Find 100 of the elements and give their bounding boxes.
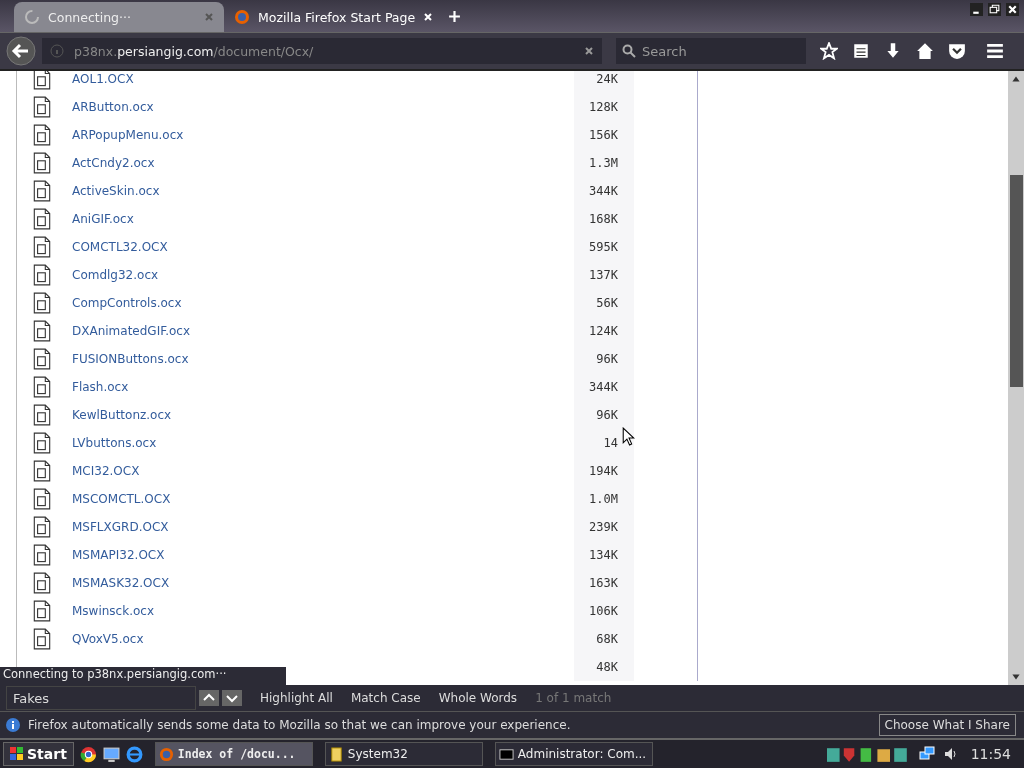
desktop-icon[interactable]: [102, 745, 120, 763]
match-count: 1 of 1 match: [535, 691, 612, 705]
browser-tab[interactable]: Mozilla Firefox Start Page: [224, 2, 434, 32]
file-link[interactable]: MSMAPI32.OCX: [72, 548, 574, 562]
find-option[interactable]: Match Case: [350, 691, 421, 705]
folder-icon: [328, 746, 344, 762]
file-size: 106K: [574, 597, 634, 625]
windows-logo-icon: [10, 747, 24, 761]
file-icon: [33, 376, 51, 398]
status-tooltip: Connecting to p38nx.persiangig.com···: [0, 667, 286, 685]
file-link[interactable]: AniGIF.ocx: [72, 212, 574, 226]
file-icon: [33, 96, 51, 118]
file-icon: [33, 628, 51, 650]
minimize-icon[interactable]: [969, 3, 984, 16]
file-size: 68K: [574, 625, 634, 653]
file-link[interactable]: DXAnimatedGIF.ocx: [72, 324, 574, 338]
file-size: 163K: [574, 569, 634, 597]
file-icon: [33, 208, 51, 230]
file-icon: [33, 152, 51, 174]
info-icon: [50, 44, 64, 58]
file-link[interactable]: MCI32.OCX: [72, 464, 574, 478]
file-icon: [33, 180, 51, 202]
clock: 11:54: [970, 746, 1011, 762]
list-icon[interactable]: [852, 42, 870, 60]
new-tab-icon[interactable]: [448, 10, 461, 23]
file-link[interactable]: ActiveSkin.ocx: [72, 184, 574, 198]
next-icon[interactable]: [222, 690, 242, 706]
file-size: 56K: [574, 289, 634, 317]
file-icon: [33, 460, 51, 482]
file-size: 1.0M: [574, 485, 634, 513]
file-icon: [33, 432, 51, 454]
find-option[interactable]: Whole Words: [438, 691, 518, 705]
restore-icon[interactable]: [987, 3, 1002, 16]
previous-icon[interactable]: [199, 690, 219, 706]
pocket-icon[interactable]: [948, 42, 966, 60]
home-icon[interactable]: [916, 42, 934, 60]
file-link[interactable]: ARButton.ocx: [72, 100, 574, 114]
file-size: 168K: [574, 205, 634, 233]
file-size: 239K: [574, 513, 634, 541]
find-option[interactable]: Highlight All: [260, 691, 333, 705]
browser-icon[interactable]: [125, 745, 143, 763]
taskbar-button[interactable]: System32: [324, 742, 483, 766]
file-size: 595K: [574, 233, 634, 261]
file-link[interactable]: CompControls.ocx: [72, 296, 574, 310]
file-size: 24K: [574, 71, 634, 93]
file-size: 344K: [574, 373, 634, 401]
file-link[interactable]: QVoxV5.ocx: [72, 632, 574, 646]
file-size: 137K: [574, 261, 634, 289]
file-icon: [33, 404, 51, 426]
search-field[interactable]: Search: [616, 38, 806, 64]
file-link[interactable]: AOL1.OCX: [72, 72, 574, 86]
file-size: 124K: [574, 317, 634, 345]
volume-icon[interactable]: [942, 746, 959, 762]
file-size: 14: [574, 429, 634, 457]
find-field[interactable]: Fakes: [6, 686, 196, 710]
file-size: 96K: [574, 401, 634, 429]
file-link[interactable]: ARPopupMenu.ocx: [72, 128, 574, 142]
file-size: 194K: [574, 457, 634, 485]
file-icon: [33, 572, 51, 594]
file-size: 96K: [574, 345, 634, 373]
file-link[interactable]: KewlButtonz.ocx: [72, 408, 574, 422]
taskbar-button[interactable]: Index of /docu...: [154, 742, 313, 766]
choose-button[interactable]: Choose What I Share: [878, 714, 1016, 736]
file-icon: [33, 124, 51, 146]
file-icon: [33, 292, 51, 314]
star-icon[interactable]: [820, 42, 838, 60]
chrome-icon[interactable]: [79, 745, 97, 763]
file-link[interactable]: LVbuttons.ocx: [72, 436, 574, 450]
file-link[interactable]: Flash.ocx: [72, 380, 574, 394]
file-link[interactable]: Comdlg32.ocx: [72, 268, 574, 282]
file-icon: [33, 348, 51, 370]
file-size: 48K: [574, 653, 634, 681]
address-field[interactable]: p38nx.persiangig.com/document/Ocx/: [42, 38, 602, 64]
file-icon: [33, 516, 51, 538]
file-icon: [33, 544, 51, 566]
file-link[interactable]: MSMASK32.OCX: [72, 576, 574, 590]
console-icon: [498, 746, 514, 762]
close-icon[interactable]: [1005, 3, 1020, 16]
file-size: 134K: [574, 541, 634, 569]
firefox-icon: [158, 746, 174, 762]
file-link[interactable]: COMCTL32.OCX: [72, 240, 574, 254]
file-link[interactable]: Mswinsck.ocx: [72, 604, 574, 618]
taskbar-button[interactable]: Administrator: Com...: [494, 742, 653, 766]
file-size: 156K: [574, 121, 634, 149]
search-icon: [622, 44, 636, 58]
network-icon[interactable]: [918, 746, 935, 762]
file-icon: [33, 236, 51, 258]
file-icon: [33, 320, 51, 342]
file-icon: [33, 264, 51, 286]
file-icon: [33, 600, 51, 622]
file-size: 1.3M: [574, 149, 634, 177]
back-icon[interactable]: [6, 36, 36, 66]
scrollbar[interactable]: [1008, 71, 1024, 685]
file-link[interactable]: MSCOMCTL.OCX: [72, 492, 574, 506]
start-button[interactable]: Start: [3, 742, 74, 766]
file-link[interactable]: ActCndy2.ocx: [72, 156, 574, 170]
menu-icon[interactable]: [986, 42, 1004, 60]
file-link[interactable]: FUSIONButtons.ocx: [72, 352, 574, 366]
clear-icon[interactable]: [584, 46, 594, 56]
file-link[interactable]: MSFLXGRD.OCX: [72, 520, 574, 534]
